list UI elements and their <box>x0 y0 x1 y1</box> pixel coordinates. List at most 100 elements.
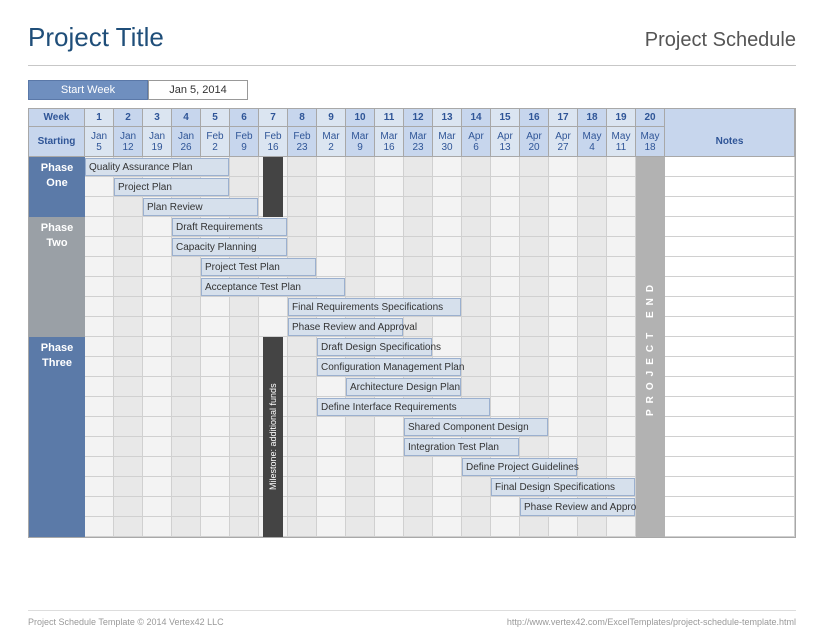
grid-cell[interactable] <box>172 317 201 337</box>
notes-cell[interactable] <box>665 237 795 257</box>
grid-cell[interactable] <box>172 297 201 317</box>
notes-cell[interactable] <box>665 197 795 217</box>
grid-cell[interactable] <box>520 337 549 357</box>
grid-cell[interactable] <box>607 397 636 417</box>
grid-cell[interactable] <box>288 477 317 497</box>
notes-cell[interactable] <box>665 337 795 357</box>
grid-cell[interactable] <box>607 457 636 477</box>
grid-cell[interactable] <box>346 417 375 437</box>
notes-cell[interactable] <box>665 177 795 197</box>
task-bar[interactable]: Phase Review and Approval <box>288 318 403 336</box>
grid-cell[interactable] <box>375 497 404 517</box>
grid-cell[interactable] <box>375 517 404 537</box>
grid-cell[interactable] <box>114 457 143 477</box>
grid-cell[interactable] <box>520 237 549 257</box>
task-bar[interactable]: Architecture Design Plan <box>346 378 461 396</box>
grid-cell[interactable] <box>578 417 607 437</box>
task-bar[interactable]: Final Requirements Specifications <box>288 298 461 316</box>
grid-cell[interactable] <box>143 437 172 457</box>
grid-cell[interactable] <box>114 397 143 417</box>
notes-cell[interactable] <box>665 377 795 397</box>
grid-cell[interactable] <box>491 397 520 417</box>
grid-cell[interactable] <box>462 277 491 297</box>
grid-cell[interactable] <box>143 217 172 237</box>
grid-cell[interactable] <box>491 157 520 177</box>
grid-cell[interactable] <box>404 197 433 217</box>
grid-cell[interactable] <box>549 237 578 257</box>
grid-cell[interactable] <box>114 297 143 317</box>
grid-cell[interactable] <box>578 257 607 277</box>
grid-cell[interactable] <box>549 277 578 297</box>
grid-cell[interactable] <box>114 357 143 377</box>
grid-cell[interactable] <box>491 297 520 317</box>
grid-cell[interactable] <box>230 477 259 497</box>
grid-cell[interactable] <box>201 317 230 337</box>
grid-cell[interactable] <box>172 257 201 277</box>
grid-cell[interactable] <box>462 217 491 237</box>
grid-cell[interactable] <box>230 397 259 417</box>
grid-cell[interactable] <box>85 397 114 417</box>
grid-cell[interactable] <box>549 157 578 177</box>
grid-cell[interactable] <box>491 217 520 237</box>
notes-cell[interactable] <box>665 157 795 177</box>
grid-cell[interactable] <box>491 237 520 257</box>
grid-cell[interactable] <box>317 437 346 457</box>
grid-cell[interactable] <box>520 357 549 377</box>
grid-cell[interactable] <box>375 277 404 297</box>
grid-cell[interactable] <box>491 517 520 537</box>
grid-cell[interactable] <box>491 337 520 357</box>
grid-cell[interactable] <box>85 337 114 357</box>
grid-cell[interactable] <box>172 457 201 477</box>
grid-cell[interactable] <box>520 197 549 217</box>
grid-cell[interactable] <box>491 257 520 277</box>
task-bar[interactable]: Define Interface Requirements <box>317 398 490 416</box>
grid-cell[interactable] <box>491 177 520 197</box>
grid-cell[interactable] <box>317 217 346 237</box>
grid-cell[interactable] <box>288 237 317 257</box>
grid-cell[interactable] <box>462 237 491 257</box>
grid-cell[interactable] <box>143 277 172 297</box>
task-bar[interactable]: Configuration Management Plan <box>317 358 461 376</box>
grid-cell[interactable] <box>491 497 520 517</box>
grid-cell[interactable] <box>404 457 433 477</box>
grid-cell[interactable] <box>433 197 462 217</box>
grid-cell[interactable] <box>85 517 114 537</box>
grid-cell[interactable] <box>578 157 607 177</box>
grid-cell[interactable] <box>317 257 346 277</box>
grid-cell[interactable] <box>85 297 114 317</box>
grid-cell[interactable] <box>549 177 578 197</box>
grid-cell[interactable] <box>607 177 636 197</box>
grid-cell[interactable] <box>230 297 259 317</box>
grid-cell[interactable] <box>520 277 549 297</box>
grid-cell[interactable] <box>143 357 172 377</box>
grid-cell[interactable] <box>288 197 317 217</box>
grid-cell[interactable] <box>172 437 201 457</box>
grid-cell[interactable] <box>85 357 114 377</box>
grid-cell[interactable] <box>578 337 607 357</box>
grid-cell[interactable] <box>143 397 172 417</box>
grid-cell[interactable] <box>549 297 578 317</box>
grid-cell[interactable] <box>462 257 491 277</box>
grid-cell[interactable] <box>114 477 143 497</box>
grid-cell[interactable] <box>462 317 491 337</box>
grid-cell[interactable] <box>578 357 607 377</box>
task-bar[interactable]: Quality Assurance Plan <box>85 158 229 176</box>
grid-cell[interactable] <box>346 437 375 457</box>
grid-cell[interactable] <box>578 177 607 197</box>
task-bar[interactable]: Project Test Plan <box>201 258 316 276</box>
task-bar[interactable]: Integration Test Plan <box>404 438 519 456</box>
grid-cell[interactable] <box>578 277 607 297</box>
grid-cell[interactable] <box>346 217 375 237</box>
grid-cell[interactable] <box>375 457 404 477</box>
grid-cell[interactable] <box>520 317 549 337</box>
grid-cell[interactable] <box>433 257 462 277</box>
grid-cell[interactable] <box>172 397 201 417</box>
grid-cell[interactable] <box>288 337 317 357</box>
grid-cell[interactable] <box>404 497 433 517</box>
grid-cell[interactable] <box>549 517 578 537</box>
grid-cell[interactable] <box>85 497 114 517</box>
grid-cell[interactable] <box>346 177 375 197</box>
grid-cell[interactable] <box>172 477 201 497</box>
grid-cell[interactable] <box>433 477 462 497</box>
grid-cell[interactable] <box>578 437 607 457</box>
